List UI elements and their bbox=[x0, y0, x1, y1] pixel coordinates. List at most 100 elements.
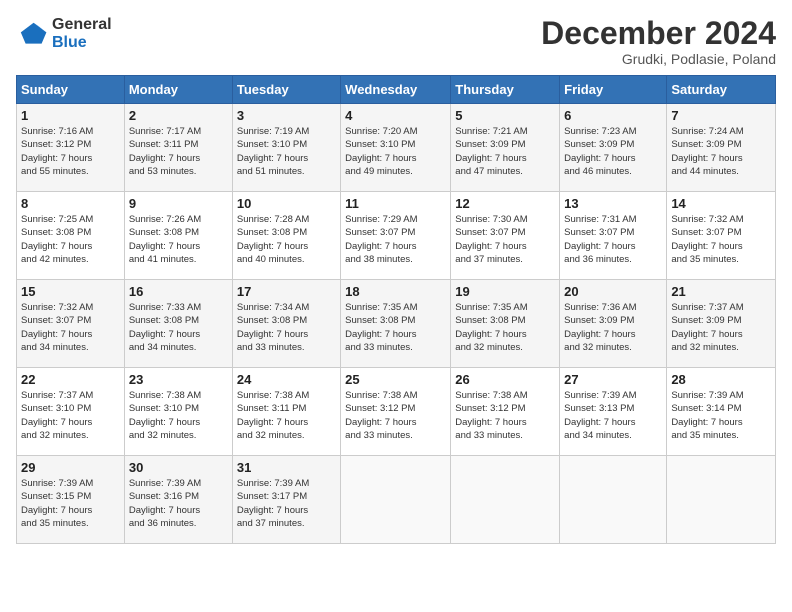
calendar-week-row: 29Sunrise: 7:39 AM Sunset: 3:15 PM Dayli… bbox=[17, 456, 776, 544]
day-number: 3 bbox=[237, 108, 336, 123]
calendar-day-cell: 20 Sunrise: 7:36 AM Sunset: 3:09 PM Dayli… bbox=[560, 280, 667, 368]
calendar-week-row: 1 Sunrise: 7:16 AM Sunset: 3:12 PM Daylig… bbox=[17, 104, 776, 192]
calendar-day-cell: 24 Sunrise: 7:38 AM Sunset: 3:11 PM Dayli… bbox=[232, 368, 340, 456]
day-number: 2 bbox=[129, 108, 228, 123]
day-number: 24 bbox=[237, 372, 336, 387]
day-info: Sunrise: 7:23 AM Sunset: 3:09 PM Dayligh… bbox=[564, 125, 662, 178]
day-number: 16 bbox=[129, 284, 228, 299]
day-number: 8 bbox=[21, 196, 120, 211]
weekday-header: Monday bbox=[124, 76, 232, 104]
day-info: Sunrise: 7:36 AM Sunset: 3:09 PM Dayligh… bbox=[564, 301, 662, 354]
calendar-day-cell: 31Sunrise: 7:39 AM Sunset: 3:17 PM Dayli… bbox=[232, 456, 340, 544]
calendar-day-cell: 22 Sunrise: 7:37 AM Sunset: 3:10 PM Dayli… bbox=[17, 368, 125, 456]
day-info: Sunrise: 7:32 AM Sunset: 3:07 PM Dayligh… bbox=[21, 301, 120, 354]
day-info: Sunrise: 7:17 AM Sunset: 3:11 PM Dayligh… bbox=[129, 125, 228, 178]
weekday-header: Friday bbox=[560, 76, 667, 104]
calendar-day-cell: 16 Sunrise: 7:33 AM Sunset: 3:08 PM Dayli… bbox=[124, 280, 232, 368]
calendar-week-row: 15 Sunrise: 7:32 AM Sunset: 3:07 PM Dayli… bbox=[17, 280, 776, 368]
calendar-day-cell: 15 Sunrise: 7:32 AM Sunset: 3:07 PM Dayli… bbox=[17, 280, 125, 368]
day-info: Sunrise: 7:39 AM Sunset: 3:13 PM Dayligh… bbox=[564, 389, 662, 442]
calendar-day-cell: 1 Sunrise: 7:16 AM Sunset: 3:12 PM Daylig… bbox=[17, 104, 125, 192]
calendar-day-cell: 6 Sunrise: 7:23 AM Sunset: 3:09 PM Daylig… bbox=[560, 104, 667, 192]
day-info: Sunrise: 7:31 AM Sunset: 3:07 PM Dayligh… bbox=[564, 213, 662, 266]
title-area: December 2024 Grudki, Podlasie, Poland bbox=[541, 16, 776, 67]
day-number: 21 bbox=[671, 284, 771, 299]
day-number: 18 bbox=[345, 284, 446, 299]
calendar-day-cell bbox=[667, 456, 776, 544]
page-container: General Blue December 2024 Grudki, Podla… bbox=[0, 0, 792, 552]
day-number: 13 bbox=[564, 196, 662, 211]
logo-icon bbox=[16, 18, 48, 50]
calendar-day-cell: 13 Sunrise: 7:31 AM Sunset: 3:07 PM Dayli… bbox=[560, 192, 667, 280]
day-info: Sunrise: 7:38 AM Sunset: 3:10 PM Dayligh… bbox=[129, 389, 228, 442]
day-number: 9 bbox=[129, 196, 228, 211]
calendar-week-row: 8 Sunrise: 7:25 AM Sunset: 3:08 PM Daylig… bbox=[17, 192, 776, 280]
calendar-day-cell: 11Sunrise: 7:29 AM Sunset: 3:07 PM Dayli… bbox=[341, 192, 451, 280]
calendar-day-cell: 29Sunrise: 7:39 AM Sunset: 3:15 PM Dayli… bbox=[17, 456, 125, 544]
weekday-header: Sunday bbox=[17, 76, 125, 104]
calendar-day-cell: 4Sunrise: 7:20 AM Sunset: 3:10 PM Daylig… bbox=[341, 104, 451, 192]
calendar-day-cell bbox=[451, 456, 560, 544]
day-info: Sunrise: 7:26 AM Sunset: 3:08 PM Dayligh… bbox=[129, 213, 228, 266]
day-number: 26 bbox=[455, 372, 555, 387]
calendar-day-cell bbox=[560, 456, 667, 544]
header: General Blue December 2024 Grudki, Podla… bbox=[16, 16, 776, 67]
logo: General Blue bbox=[16, 16, 112, 52]
day-info: Sunrise: 7:21 AM Sunset: 3:09 PM Dayligh… bbox=[455, 125, 555, 178]
day-number: 11 bbox=[345, 196, 446, 211]
day-info: Sunrise: 7:33 AM Sunset: 3:08 PM Dayligh… bbox=[129, 301, 228, 354]
day-info: Sunrise: 7:25 AM Sunset: 3:08 PM Dayligh… bbox=[21, 213, 120, 266]
day-info: Sunrise: 7:38 AM Sunset: 3:11 PM Dayligh… bbox=[237, 389, 336, 442]
day-info: Sunrise: 7:37 AM Sunset: 3:09 PM Dayligh… bbox=[671, 301, 771, 354]
calendar-week-row: 22 Sunrise: 7:37 AM Sunset: 3:10 PM Dayli… bbox=[17, 368, 776, 456]
day-number: 7 bbox=[671, 108, 771, 123]
calendar-day-cell: 23 Sunrise: 7:38 AM Sunset: 3:10 PM Dayli… bbox=[124, 368, 232, 456]
calendar-day-cell: 21 Sunrise: 7:37 AM Sunset: 3:09 PM Dayli… bbox=[667, 280, 776, 368]
calendar-day-cell: 14 Sunrise: 7:32 AM Sunset: 3:07 PM Dayli… bbox=[667, 192, 776, 280]
calendar-day-cell: 26 Sunrise: 7:38 AM Sunset: 3:12 PM Dayli… bbox=[451, 368, 560, 456]
day-info: Sunrise: 7:38 AM Sunset: 3:12 PM Dayligh… bbox=[455, 389, 555, 442]
day-number: 19 bbox=[455, 284, 555, 299]
day-info: Sunrise: 7:38 AM Sunset: 3:12 PM Dayligh… bbox=[345, 389, 446, 442]
day-info: Sunrise: 7:34 AM Sunset: 3:08 PM Dayligh… bbox=[237, 301, 336, 354]
day-number: 28 bbox=[671, 372, 771, 387]
day-number: 23 bbox=[129, 372, 228, 387]
day-number: 22 bbox=[21, 372, 120, 387]
weekday-header: Saturday bbox=[667, 76, 776, 104]
day-info: Sunrise: 7:32 AM Sunset: 3:07 PM Dayligh… bbox=[671, 213, 771, 266]
day-info: Sunrise: 7:39 AM Sunset: 3:14 PM Dayligh… bbox=[671, 389, 771, 442]
day-number: 1 bbox=[21, 108, 120, 123]
weekday-header: Wednesday bbox=[341, 76, 451, 104]
day-number: 6 bbox=[564, 108, 662, 123]
day-number: 12 bbox=[455, 196, 555, 211]
day-info: Sunrise: 7:24 AM Sunset: 3:09 PM Dayligh… bbox=[671, 125, 771, 178]
calendar-day-cell: 9 Sunrise: 7:26 AM Sunset: 3:08 PM Daylig… bbox=[124, 192, 232, 280]
logo-text: General Blue bbox=[52, 16, 112, 52]
day-number: 10 bbox=[237, 196, 336, 211]
day-info: Sunrise: 7:30 AM Sunset: 3:07 PM Dayligh… bbox=[455, 213, 555, 266]
day-info: Sunrise: 7:39 AM Sunset: 3:16 PM Dayligh… bbox=[129, 477, 228, 530]
calendar-day-cell bbox=[341, 456, 451, 544]
day-info: Sunrise: 7:20 AM Sunset: 3:10 PM Dayligh… bbox=[345, 125, 446, 178]
day-info: Sunrise: 7:35 AM Sunset: 3:08 PM Dayligh… bbox=[345, 301, 446, 354]
day-info: Sunrise: 7:37 AM Sunset: 3:10 PM Dayligh… bbox=[21, 389, 120, 442]
calendar-day-cell: 28 Sunrise: 7:39 AM Sunset: 3:14 PM Dayli… bbox=[667, 368, 776, 456]
calendar-day-cell: 19 Sunrise: 7:35 AM Sunset: 3:08 PM Dayli… bbox=[451, 280, 560, 368]
calendar-day-cell: 3 Sunrise: 7:19 AM Sunset: 3:10 PM Daylig… bbox=[232, 104, 340, 192]
day-number: 5 bbox=[455, 108, 555, 123]
calendar-day-cell: 12 Sunrise: 7:30 AM Sunset: 3:07 PM Dayli… bbox=[451, 192, 560, 280]
month-title: December 2024 bbox=[541, 16, 776, 51]
location: Grudki, Podlasie, Poland bbox=[541, 51, 776, 67]
day-info: Sunrise: 7:16 AM Sunset: 3:12 PM Dayligh… bbox=[21, 125, 120, 178]
day-info: Sunrise: 7:35 AM Sunset: 3:08 PM Dayligh… bbox=[455, 301, 555, 354]
day-number: 15 bbox=[21, 284, 120, 299]
day-number: 17 bbox=[237, 284, 336, 299]
day-number: 14 bbox=[671, 196, 771, 211]
day-info: Sunrise: 7:28 AM Sunset: 3:08 PM Dayligh… bbox=[237, 213, 336, 266]
calendar-table: SundayMondayTuesdayWednesdayThursdayFrid… bbox=[16, 75, 776, 544]
day-number: 20 bbox=[564, 284, 662, 299]
calendar-day-cell: 2 Sunrise: 7:17 AM Sunset: 3:11 PM Daylig… bbox=[124, 104, 232, 192]
day-info: Sunrise: 7:19 AM Sunset: 3:10 PM Dayligh… bbox=[237, 125, 336, 178]
calendar-day-cell: 5 Sunrise: 7:21 AM Sunset: 3:09 PM Daylig… bbox=[451, 104, 560, 192]
day-info: Sunrise: 7:39 AM Sunset: 3:17 PM Dayligh… bbox=[237, 477, 336, 530]
